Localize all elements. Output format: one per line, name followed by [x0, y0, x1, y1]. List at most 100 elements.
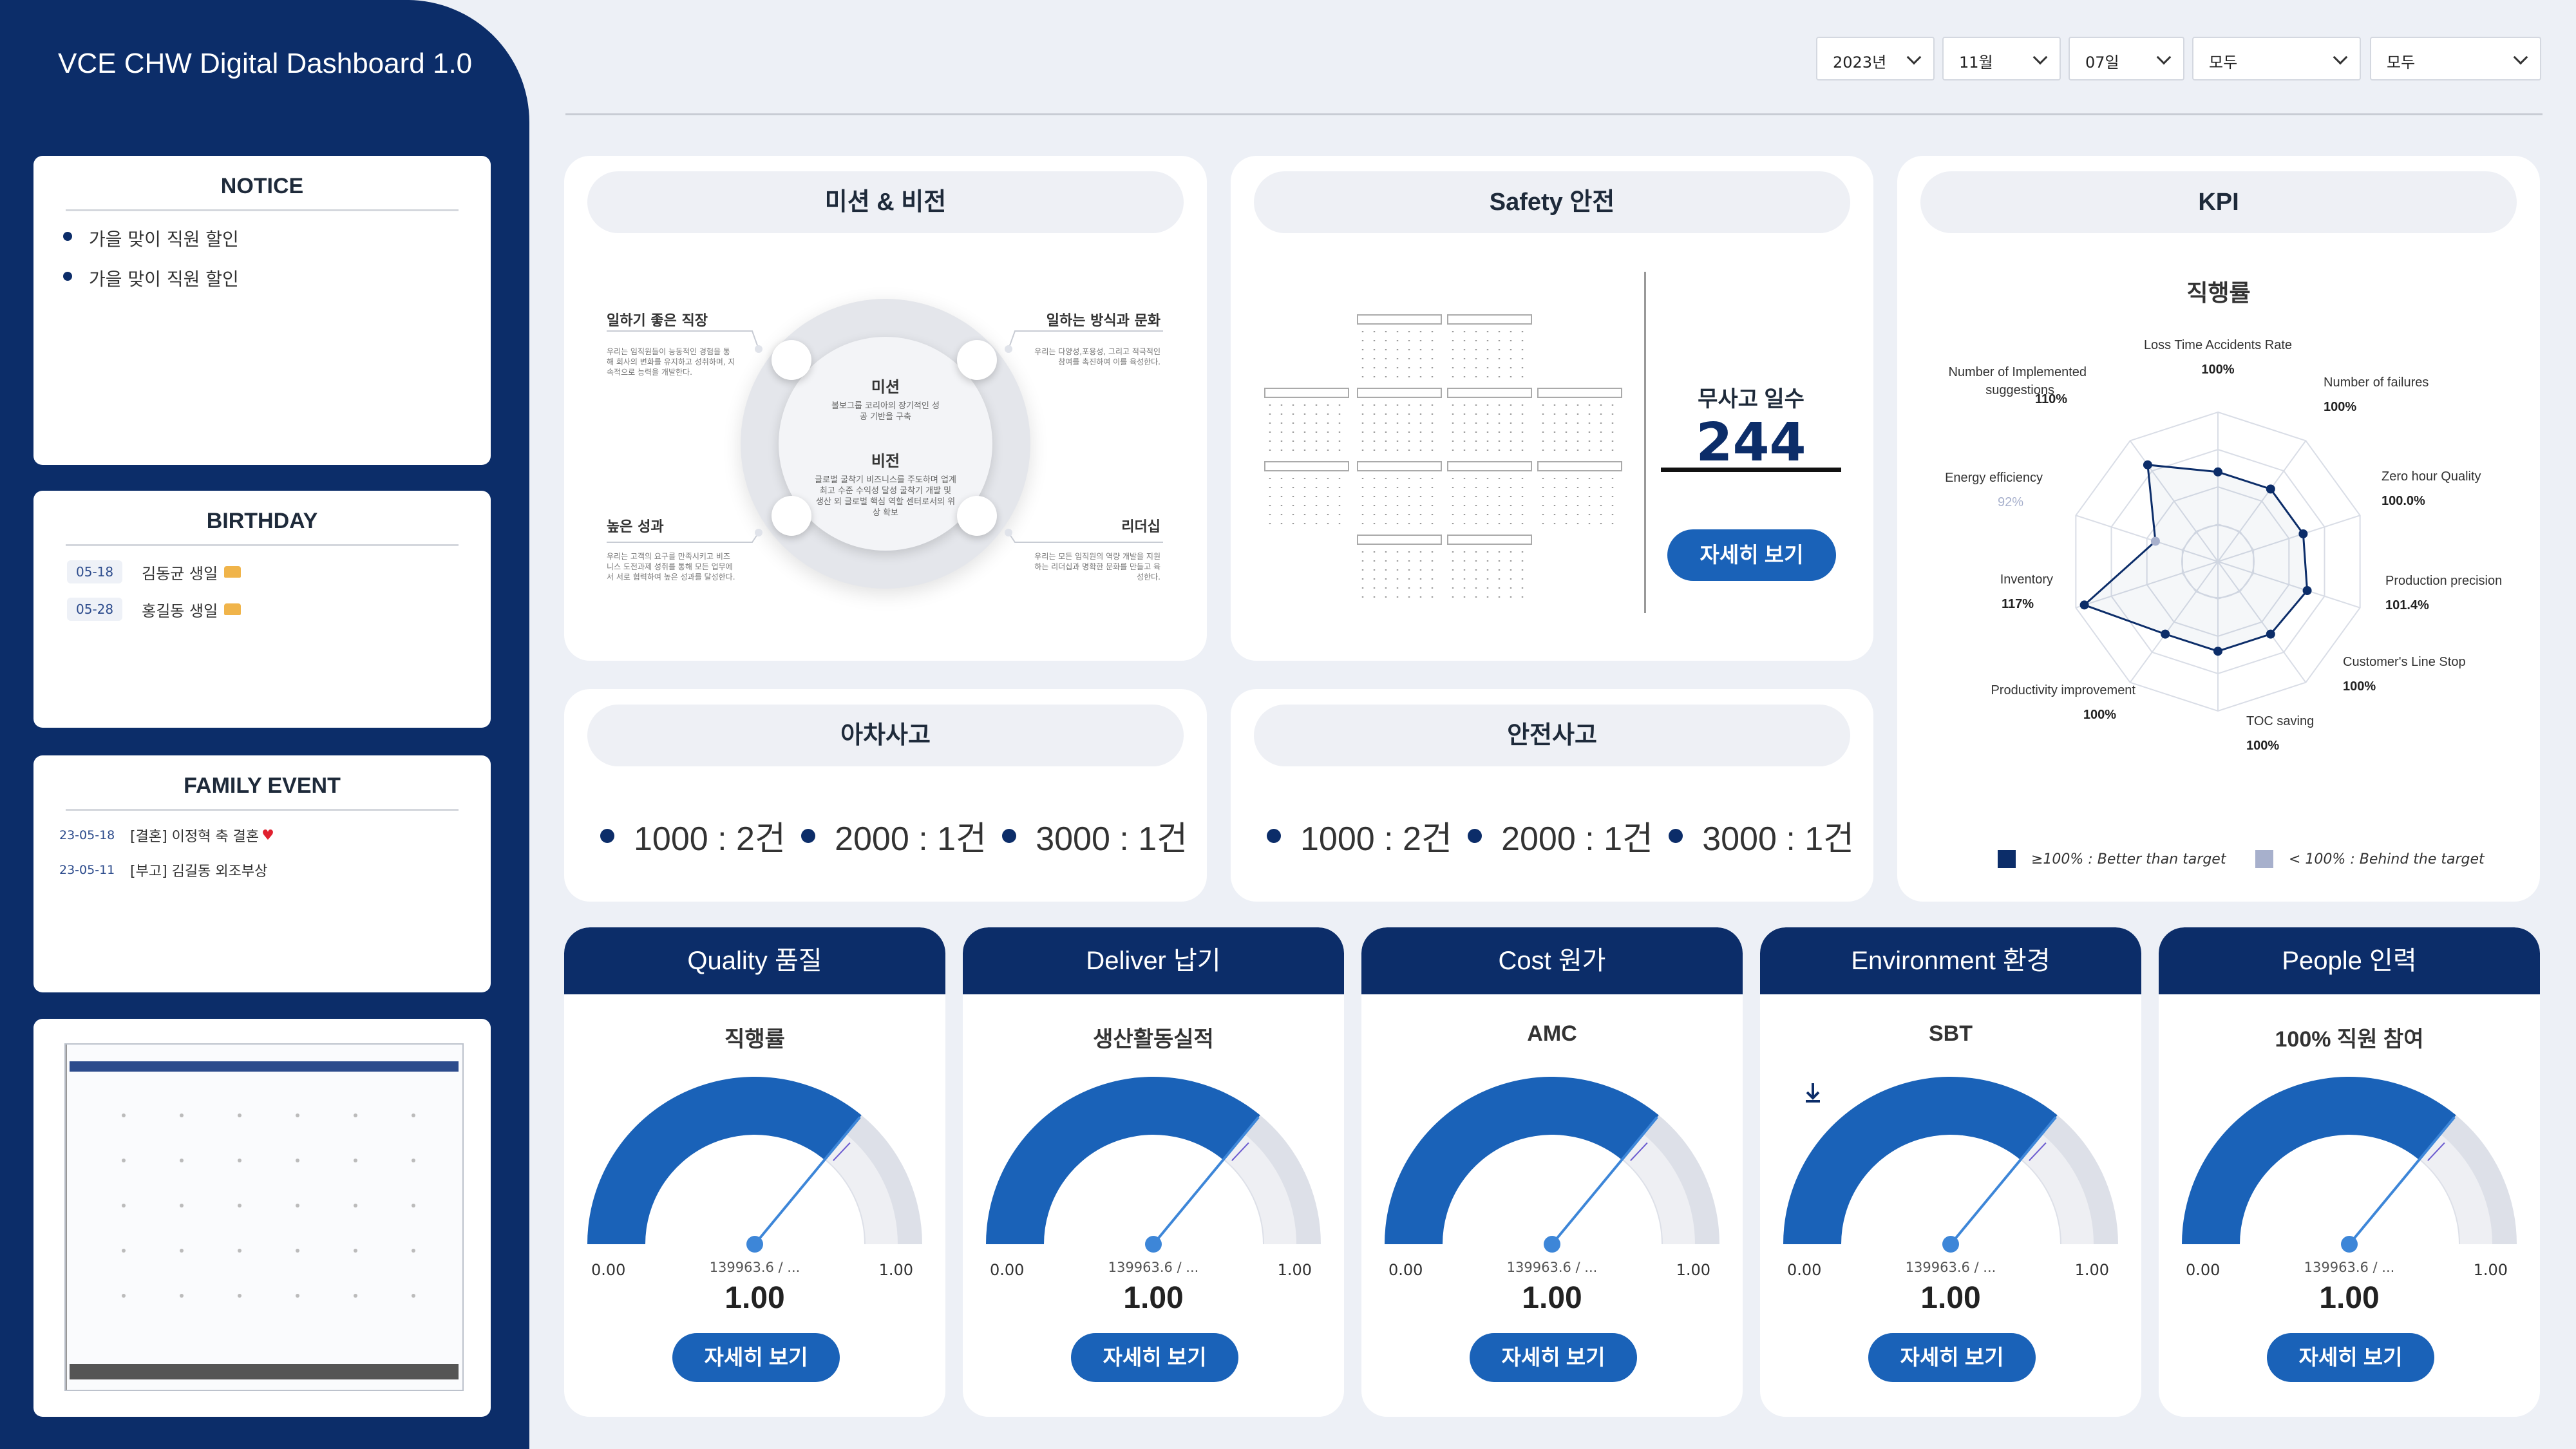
environment-metric-title: SBT [1929, 1021, 1973, 1046]
birthday-row: 05-28 홍길동 생일 [67, 598, 491, 621]
birthday-title: BIRTHDAY [206, 509, 318, 533]
chevron-down-icon [2032, 50, 2048, 65]
birthday-text: 홍길동 생일 [142, 601, 218, 620]
cost-header: Cost 원가 [1361, 927, 1743, 1106]
mission-label-bottom-left: 높은 성과 [607, 519, 664, 535]
safety-accident-item: 1000 : 2건 [1267, 811, 1452, 860]
gauge-max: 1.00 [878, 1261, 913, 1279]
quality-card: Quality 품질 직행률 0.00 139963.6 / ... 1.00 … [564, 927, 945, 1417]
safety-accident-item: 2000 : 1건 [1468, 811, 1653, 860]
gauge-value: 1.00 [2319, 1281, 2380, 1315]
people-card: People 인력 100% 직원 참여 0.00 139963.6 / ...… [2159, 927, 2540, 1417]
divider [66, 809, 459, 811]
delivery-header-label: Deliver 납기 [1086, 947, 1221, 975]
mission-desc-bottom-right: 우리는 모든 임직원의 역량 개발을 지원하는 리더십과 명확한 문화를 만들고… [1034, 552, 1160, 582]
quality-header: Quality 품질 [564, 927, 945, 994]
legend-swatch-better [1998, 850, 2016, 868]
calendar-thumbnail[interactable] [64, 1043, 464, 1391]
mini-calendar [1357, 314, 1442, 379]
radar-value-label: 100.0% [2382, 494, 2425, 508]
kpi-card: KPI 직행률 Loss Time Accidents Rate 100% Numb… [1897, 156, 2540, 902]
people-detail-button[interactable]: 자세히 보기 [2267, 1333, 2434, 1382]
environment-detail-button[interactable]: 자세히 보기 [1868, 1333, 2036, 1382]
filter-select-1[interactable]: 모두 [2192, 37, 2361, 80]
family-event-card: FAMILY EVENT 23-05-18 [결혼] 이정혁 축 결혼 ♥ 23… [33, 755, 491, 992]
near-miss-list: 1000 : 2건 2000 : 1건 3000 : 1건 [600, 811, 1188, 860]
family-event-date: 23-05-18 [59, 828, 115, 842]
birthday-row: 05-18 김동균 생일 [67, 560, 491, 583]
delivery-gauge [986, 1077, 1321, 1253]
sidebar: VCE CHW Digital Dashboard 1.0 NOTICE 가을 … [0, 0, 529, 1449]
mission-label-top-left: 일하기 좋은 직장 [607, 313, 708, 329]
radar-axis-label: Number of Implemented [1948, 365, 2087, 379]
radar-value-label: 92% [1998, 495, 2023, 509]
app-title: VCE CHW Digital Dashboard 1.0 [58, 48, 473, 79]
radar-value-label: 100% [2324, 400, 2356, 414]
quality-detail-button[interactable]: 자세히 보기 [672, 1333, 840, 1382]
radar-point [2213, 647, 2222, 656]
legend-swatch-behind [2255, 850, 2273, 868]
cost-detail-button[interactable]: 자세히 보기 [1470, 1333, 1637, 1382]
filter-select-1-value: 모두 [2209, 53, 2238, 71]
safety-detail-button[interactable]: 자세히 보기 [1667, 529, 1836, 581]
day-select[interactable]: 07일 [2069, 37, 2184, 80]
mission-label-bottom-right: 리더십 [1121, 519, 1160, 535]
gauge-value: 1.00 [724, 1281, 785, 1315]
mission-desc-top-right: 우리는 다양성,포용성, 그리고 적극적인 참여를 촉진하여 이를 육성한다. [1034, 347, 1160, 366]
month-select[interactable]: 11월 [1942, 37, 2061, 80]
mini-calendar [1264, 461, 1349, 526]
radar-axis-label: Production precision [2385, 574, 2502, 588]
calendar-thumbnail-card[interactable] [33, 1019, 491, 1417]
year-select[interactable]: 2023년 [1816, 37, 1935, 80]
radar-value-label: 101.4% [2385, 598, 2429, 612]
cost-gauge [1385, 1077, 1719, 1253]
gauge-value: 1.00 [1920, 1281, 1981, 1315]
radar-axis-label: Energy efficiency [1945, 471, 2043, 485]
radar-value-label: 117% [2002, 597, 2034, 611]
environment-header: Environment 환경 [1760, 927, 2141, 1110]
radar-point [2143, 460, 2152, 469]
cost-card: Cost 원가 AMC 0.00 139963.6 / ... 1.00 1.0… [1361, 927, 1743, 1417]
safety-title: Safety 안전 [1254, 171, 1850, 233]
chevron-down-icon [2513, 50, 2528, 65]
family-event-title: FAMILY EVENT [184, 773, 341, 798]
notice-item[interactable]: 가을 맞이 직원 할인 [63, 265, 491, 291]
delivery-detail-button[interactable]: 자세히 보기 [1071, 1333, 1238, 1382]
gauge-pivot [746, 1236, 763, 1253]
gauge-pivot [1942, 1236, 1959, 1253]
gauge-max: 1.00 [1676, 1261, 1710, 1279]
mission-desc-bottom-left: 우리는 고객의 요구를 만족시키고 비즈니스 도전과제 성취를 통해 모든 업무… [607, 552, 735, 582]
filter-select-2[interactable]: 모두 [2370, 37, 2541, 80]
radar-point [2266, 484, 2275, 494]
radar-point [2302, 586, 2312, 596]
radar-value-label: 100% [2083, 708, 2116, 722]
cake-icon [224, 603, 242, 615]
legend-better-label: ≥100% : Better than target [2031, 851, 2226, 867]
family-event-date: 23-05-11 [59, 863, 115, 877]
radar-axis-label: Inventory [2000, 573, 2053, 587]
gauge-fill [2182, 1077, 2456, 1244]
heart-icon: ♥ [261, 827, 274, 844]
cost-header-label: Cost 원가 [1498, 947, 1606, 975]
gauge-fill [587, 1077, 862, 1244]
family-event-text: [결혼] 이정혁 축 결혼 [130, 829, 260, 845]
family-event-row: 23-05-11 [부고] 김길동 외조부상 [59, 860, 491, 880]
mini-calendar [1447, 314, 1532, 379]
mini-calendar [1447, 461, 1532, 526]
radar-point [2298, 529, 2308, 538]
mini-calendar [1357, 535, 1442, 599]
radar-axis-label: Customer's Line Stop [2343, 655, 2466, 669]
safety-accident-card: 안전사고 1000 : 2건 2000 : 1건 3000 : 1건 [1231, 689, 1873, 902]
notice-item[interactable]: 가을 맞이 직원 할인 [63, 225, 491, 251]
day-select-value: 07일 [2085, 53, 2119, 71]
radar-axis-label: Productivity improvement [1991, 683, 2136, 697]
quality-metric-title: 직행률 [724, 1027, 785, 1052]
mini-calendar [1357, 388, 1442, 452]
near-miss-card: 아차사고 1000 : 2건 2000 : 1건 3000 : 1건 [564, 689, 1207, 902]
radar-point [2161, 629, 2170, 639]
near-miss-item: 3000 : 1건 [1002, 811, 1188, 860]
filter-select-2-value: 모두 [2387, 53, 2416, 71]
kpi-radar-chart: Loss Time Accidents Rate 100% Number of fa… [1945, 338, 2502, 753]
gauge-max: 1.00 [2473, 1261, 2508, 1279]
divider [66, 544, 459, 546]
